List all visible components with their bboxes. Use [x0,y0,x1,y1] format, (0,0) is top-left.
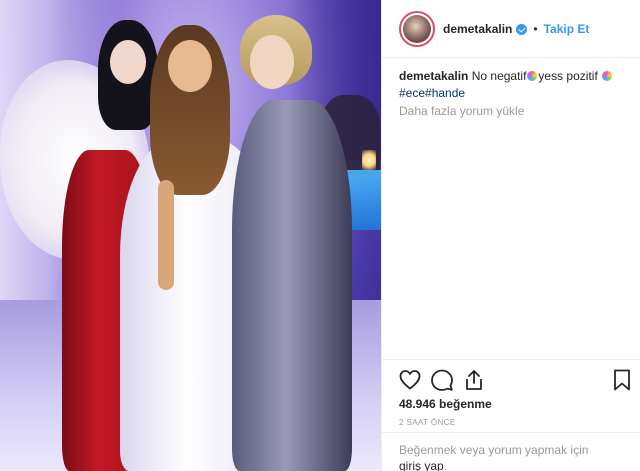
post-caption: demetakalin No negatif yess pozitif #ece#… [399,68,635,102]
follow-button[interactable]: Takip Et [544,22,590,36]
header-username[interactable]: demetakalin [443,22,512,36]
post-sidebar: demetakalin • Takip Et demetakalin No ne… [381,0,640,471]
photo-woman-right-dress [232,100,352,471]
photo-woman-center-arm [158,180,174,290]
actions-divider [382,359,640,360]
photo-woman-center-face [168,40,212,92]
login-link[interactable]: giriş yap [399,459,444,471]
heart-icon [399,370,421,390]
caption-text-part2: yess pozitif [538,69,598,83]
avatar[interactable] [399,10,435,47]
header-separator: • [533,21,538,36]
login-divider [382,432,640,433]
caption-username[interactable]: demetakalin [399,69,468,83]
sparkle-emoji-icon [526,70,538,82]
post-header: demetakalin • Takip Et [382,0,640,58]
share-button[interactable] [462,368,486,392]
login-prompt-suffix: . [443,459,448,471]
photo-woman-right-face [250,35,294,89]
like-button[interactable] [398,368,422,392]
post-photo[interactable] [0,0,381,471]
bookmark-icon [614,369,630,391]
share-icon [466,370,482,390]
comment-icon [431,369,453,391]
comment-button[interactable] [430,368,454,392]
verified-badge-icon [516,24,528,35]
login-prompt-text: Beğenmek veya yorum yapmak için [399,443,589,457]
avatar-image [403,14,431,43]
save-button[interactable] [610,368,634,392]
sparkle-emoji-icon [601,70,613,82]
photo-woman-left-face [110,40,146,84]
post-timestamp[interactable]: 2 SAAT ÖNCE [399,418,456,427]
login-prompt: Beğenmek veya yorum yapmak için giriş ya… [399,442,629,471]
caption-hashtags[interactable]: #ece#hande [399,86,465,100]
likes-count[interactable]: 48.946 beğenme [399,397,492,411]
caption-text-part1: No negatif [471,69,527,83]
load-more-comments-button[interactable]: Daha fazla yorum yükle [399,104,524,118]
photo-candle [362,150,376,170]
